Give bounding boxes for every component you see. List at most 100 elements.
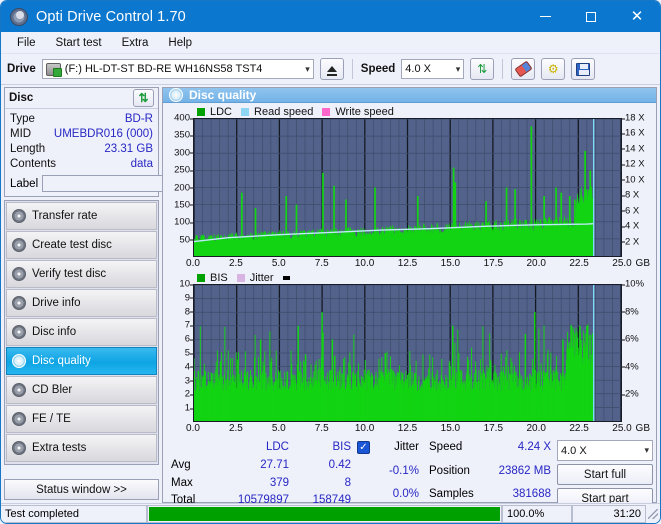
drive-select[interactable]: (F:) HL-DT-ST BD-RE WH16NS58 TST4 ▾ xyxy=(41,59,314,79)
start-full-button[interactable]: Start full xyxy=(557,464,653,485)
legend-swatch-write-speed xyxy=(322,107,331,116)
status-window-button[interactable]: Status window >> xyxy=(4,479,159,500)
menu-start-test[interactable]: Start test xyxy=(47,35,111,51)
speed-select[interactable]: 4.0 X ▾ xyxy=(401,59,465,79)
bis-ytick: 1 xyxy=(184,402,194,414)
bis-chart-plot xyxy=(193,284,622,422)
test-speed-value: 4.0 X xyxy=(561,444,587,457)
status-bar: Test completed 100.0% 31:20 xyxy=(1,503,660,523)
tools-button[interactable]: ⚙ xyxy=(541,58,566,80)
legend-swatch-ldc xyxy=(197,107,205,116)
main-area: Disc ⇅ Type BD-R MID UMEBDR016 (000) Len… xyxy=(1,85,660,509)
bis-ytick: 10 xyxy=(179,278,193,290)
elapsed-time: 31:20 xyxy=(572,504,646,523)
eject-button[interactable] xyxy=(319,58,344,80)
erase-button[interactable] xyxy=(511,58,536,80)
disc-icon xyxy=(12,296,26,310)
stats-avg-bis: 0.42 xyxy=(328,458,351,471)
ldc-ytick: 300 xyxy=(174,147,193,159)
sidebar-item-disc-info[interactable]: Disc info xyxy=(6,318,157,346)
ldc-chart-x-axis: 0.0 2.5 5.0 7.5 10.0 12.5 15.0 17.5 20.0 22.5 25.0… xyxy=(186,257,650,271)
disc-row-type: Type BD-R xyxy=(10,112,153,127)
disc-row-mid: MID UMEBDR016 (000) xyxy=(10,127,153,142)
ldc-y2tick: 14 X xyxy=(622,143,645,155)
disc-key-contents: Contents xyxy=(10,158,57,170)
bis-xtick: 25.0 xyxy=(612,423,632,434)
menu-extra[interactable]: Extra xyxy=(113,35,158,51)
sidebar-item-transfer-rate[interactable]: Transfer rate xyxy=(6,202,157,230)
disc-info-rows: Type BD-R MID UMEBDR016 (000) Length 23.… xyxy=(5,109,245,196)
maximize-button[interactable] xyxy=(568,1,614,32)
sidebar-label: Disc quality xyxy=(32,355,91,367)
ldc-y2tick: 6 X xyxy=(621,205,640,217)
speed-stat-value: 4.24 X xyxy=(517,441,551,453)
bis-y2tick: 4% xyxy=(622,361,639,373)
close-button[interactable]: ✕ xyxy=(614,1,660,32)
ldc-y2tick: 8 X xyxy=(621,189,640,201)
nav-list: Transfer rate Create test disc Verify te… xyxy=(4,200,159,465)
bis-chart-x-axis: 0.0 2.5 5.0 7.5 10.0 12.5 15.0 17.5 20.0 22.5 25.0… xyxy=(186,422,650,436)
sidebar-item-disc-quality[interactable]: Disc quality xyxy=(6,347,157,375)
drive-icon xyxy=(45,62,62,77)
menu-bar: File Start test Extra Help xyxy=(1,32,660,54)
resize-grip[interactable] xyxy=(648,508,658,519)
sidebar-item-create-test-disc[interactable]: Create test disc xyxy=(6,231,157,259)
disc-key-mid: MID xyxy=(10,128,32,140)
sidebar-label: Transfer rate xyxy=(32,210,98,222)
bis-y2tick: 10% xyxy=(621,278,645,290)
disc-value-type: BD-R xyxy=(124,113,153,125)
bis-chart-y2-axis: 2% 4% 6% 8% 10% xyxy=(621,279,652,422)
bis-xtick: 7.5 xyxy=(314,423,329,434)
ldc-xtick: 22.5 xyxy=(569,258,589,269)
sidebar-label: CD Bler xyxy=(32,384,73,396)
menu-file[interactable]: File xyxy=(8,35,45,51)
eject-icon xyxy=(326,66,337,76)
disc-refresh-button[interactable]: ⇅ xyxy=(133,89,154,107)
title-bar: Opti Drive Control 1.70 ✕ xyxy=(1,1,660,32)
chevron-down-icon: ▾ xyxy=(305,63,310,74)
sidebar-item-extra-tests[interactable]: Extra tests xyxy=(6,434,157,462)
ldc-xtick: 15.0 xyxy=(440,258,461,269)
ldc-xtick: 7.5 xyxy=(314,258,329,269)
sidebar-item-fe-te[interactable]: FE / TE xyxy=(6,405,157,433)
minimize-button[interactable] xyxy=(522,1,568,32)
jitter-checkbox[interactable]: ✓ xyxy=(357,441,370,454)
disc-icon xyxy=(12,412,26,426)
legend-label-read-speed: Read speed xyxy=(254,105,314,118)
ldc-ytick: 350 xyxy=(174,129,193,141)
save-button[interactable] xyxy=(571,58,596,80)
sidebar-item-cd-bler[interactable]: CD Bler xyxy=(6,376,157,404)
bis-xtick: 15.0 xyxy=(440,423,461,434)
menu-help[interactable]: Help xyxy=(159,35,201,51)
stats-max-ldc: 379 xyxy=(269,476,289,489)
legend-label-jitter: Jitter xyxy=(249,271,274,284)
ldc-ytick: 250 xyxy=(174,164,193,176)
jitter-label: Jitter xyxy=(394,441,419,453)
wrench-icon: ⚙ xyxy=(547,62,559,76)
sidebar-label: Verify test disc xyxy=(32,268,107,280)
sidebar-item-verify-test-disc[interactable]: Verify test disc xyxy=(6,260,157,288)
test-speed-select[interactable]: 4.0 X ▾ xyxy=(557,440,653,461)
disc-key-length: Length xyxy=(10,143,46,155)
legend-swatch-bis xyxy=(197,273,205,282)
refresh-icon: ⇅ xyxy=(138,91,149,105)
ldc-xtick: 5.0 xyxy=(271,258,286,269)
disc-row-length: Length 23.31 GB xyxy=(10,142,153,157)
ldc-xtick: 12.5 xyxy=(397,258,418,269)
sidebar-item-drive-info[interactable]: Drive info xyxy=(6,289,157,317)
jitter-min: -0.1% xyxy=(388,464,419,477)
refresh-button[interactable]: ⇅ xyxy=(470,58,495,80)
sidebar-label: FE / TE xyxy=(32,413,71,425)
sidebar-label: Extra tests xyxy=(32,442,87,454)
ldc-chart-y-axis: 50 100 150 200 250 300 350 400 xyxy=(167,113,193,257)
sidebar-label: Disc info xyxy=(32,326,77,338)
sidebar-label: Create test disc xyxy=(32,239,112,251)
ldc-chart-plot xyxy=(193,118,622,257)
disc-value-length: 23.31 GB xyxy=(104,143,153,155)
maximize-icon xyxy=(586,11,596,22)
legend-label-ldc: LDC xyxy=(210,105,233,118)
eraser-icon xyxy=(514,60,533,78)
stats-row-label-avg: Avg xyxy=(171,458,191,471)
ldc-xtick: 17.5 xyxy=(483,258,504,269)
